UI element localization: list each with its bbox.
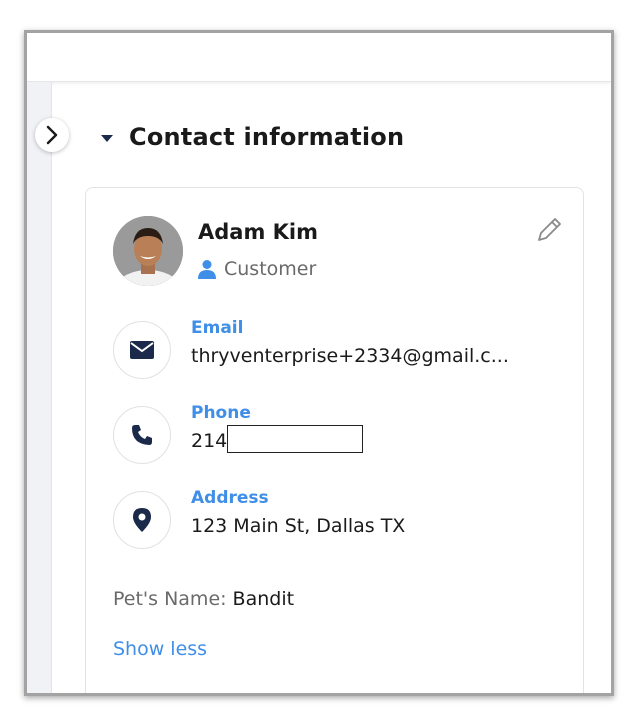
redaction-box bbox=[227, 424, 364, 453]
address-row: Address 123 Main St, Dallas TX bbox=[113, 488, 573, 549]
show-less-link[interactable]: Show less bbox=[113, 638, 207, 660]
address-icon-badge bbox=[113, 491, 171, 549]
email-label: Email bbox=[191, 318, 244, 338]
section-header-contact-information[interactable]: Contact information bbox=[101, 123, 404, 151]
caret-down-icon bbox=[101, 134, 113, 142]
panel-toggle-button[interactable] bbox=[35, 118, 69, 152]
phone-row: Phone 214 bbox=[113, 403, 573, 464]
address-value[interactable]: 123 Main St, Dallas TX bbox=[191, 515, 405, 537]
phone-prefix: 214 bbox=[191, 430, 228, 452]
contact-card: Adam Kim Customer Email thryventerprise+… bbox=[85, 187, 584, 693]
top-bar bbox=[27, 33, 611, 82]
contact-role-label: Customer bbox=[224, 258, 317, 280]
contact-name: Adam Kim bbox=[198, 220, 319, 244]
map-pin-icon bbox=[133, 508, 151, 532]
pencil-icon bbox=[538, 218, 561, 241]
email-icon-badge bbox=[113, 321, 171, 379]
envelope-icon bbox=[130, 341, 154, 359]
person-icon bbox=[198, 260, 216, 279]
contact-role: Customer bbox=[198, 258, 316, 280]
custom-field-pets-name: Pet's Name: Bandit bbox=[113, 588, 294, 610]
edit-contact-button[interactable] bbox=[533, 214, 565, 250]
side-rail bbox=[27, 82, 52, 693]
section-title: Contact information bbox=[129, 123, 405, 151]
email-row: Email thryventerprise+2334@gmail.c... bbox=[113, 318, 573, 379]
email-value[interactable]: thryventerprise+2334@gmail.c... bbox=[191, 345, 509, 367]
phone-icon-badge bbox=[113, 406, 171, 464]
custom-field-label: Pet's Name: bbox=[113, 588, 227, 610]
custom-field-value: Bandit bbox=[232, 588, 295, 610]
avatar bbox=[113, 216, 183, 286]
address-label: Address bbox=[191, 488, 269, 508]
contact-panel: Contact information Adam Kim Customer Em… bbox=[24, 30, 614, 696]
phone-value[interactable]: 214 bbox=[191, 424, 364, 453]
phone-icon bbox=[132, 425, 152, 445]
phone-label: Phone bbox=[191, 403, 251, 423]
chevron-right-icon bbox=[46, 125, 58, 145]
